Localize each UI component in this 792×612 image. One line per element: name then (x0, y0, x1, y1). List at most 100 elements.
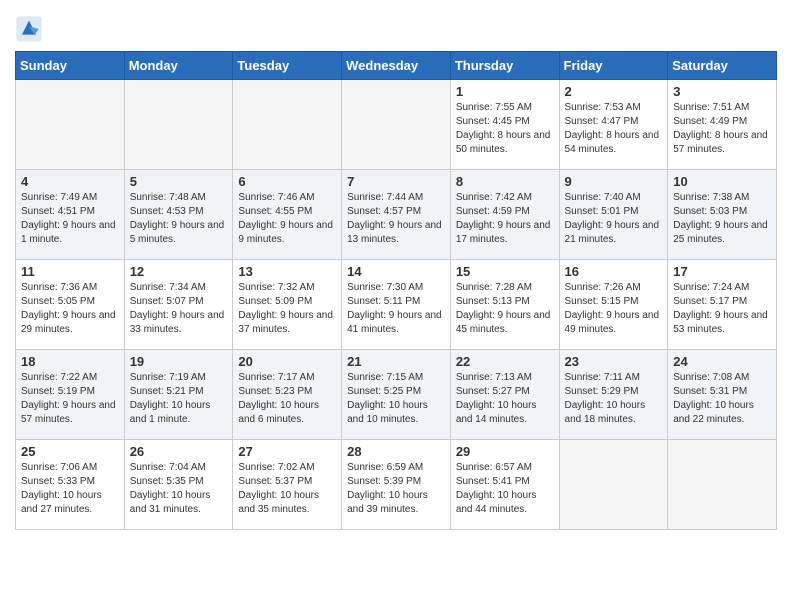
calendar-day-cell: 15 Sunrise: 7:28 AM Sunset: 5:13 PM Dayl… (450, 260, 559, 350)
calendar-week-row: 11 Sunrise: 7:36 AM Sunset: 5:05 PM Dayl… (16, 260, 777, 350)
calendar-table: SundayMondayTuesdayWednesdayThursdayFrid… (15, 51, 777, 530)
calendar-day-cell: 14 Sunrise: 7:30 AM Sunset: 5:11 PM Dayl… (342, 260, 451, 350)
header-thursday: Thursday (450, 52, 559, 80)
day-number: 15 (456, 264, 554, 279)
day-info: Sunrise: 7:42 AM Sunset: 4:59 PM Dayligh… (456, 191, 554, 247)
day-info: Sunrise: 7:34 AM Sunset: 5:07 PM Dayligh… (130, 281, 228, 337)
calendar-day-cell: 11 Sunrise: 7:36 AM Sunset: 5:05 PM Dayl… (16, 260, 125, 350)
day-number: 12 (130, 264, 228, 279)
header-sunday: Sunday (16, 52, 125, 80)
day-number: 14 (347, 264, 445, 279)
calendar-day-cell: 21 Sunrise: 7:15 AM Sunset: 5:25 PM Dayl… (342, 350, 451, 440)
calendar-day-cell: 3 Sunrise: 7:51 AM Sunset: 4:49 PM Dayli… (668, 80, 777, 170)
calendar-day-cell: 23 Sunrise: 7:11 AM Sunset: 5:29 PM Dayl… (559, 350, 668, 440)
logo-icon (15, 15, 43, 43)
calendar-header-row: SundayMondayTuesdayWednesdayThursdayFrid… (16, 52, 777, 80)
calendar-week-row: 18 Sunrise: 7:22 AM Sunset: 5:19 PM Dayl… (16, 350, 777, 440)
day-info: Sunrise: 7:49 AM Sunset: 4:51 PM Dayligh… (21, 191, 119, 247)
day-number: 16 (565, 264, 663, 279)
calendar-day-cell: 25 Sunrise: 7:06 AM Sunset: 5:33 PM Dayl… (16, 440, 125, 530)
calendar-week-row: 25 Sunrise: 7:06 AM Sunset: 5:33 PM Dayl… (16, 440, 777, 530)
day-info: Sunrise: 7:30 AM Sunset: 5:11 PM Dayligh… (347, 281, 445, 337)
day-info: Sunrise: 7:53 AM Sunset: 4:47 PM Dayligh… (565, 101, 663, 157)
calendar-day-cell: 9 Sunrise: 7:40 AM Sunset: 5:01 PM Dayli… (559, 170, 668, 260)
calendar-day-cell: 5 Sunrise: 7:48 AM Sunset: 4:53 PM Dayli… (124, 170, 233, 260)
calendar-day-cell: 6 Sunrise: 7:46 AM Sunset: 4:55 PM Dayli… (233, 170, 342, 260)
day-number: 3 (673, 84, 771, 99)
header-friday: Friday (559, 52, 668, 80)
day-number: 2 (565, 84, 663, 99)
calendar-day-cell: 29 Sunrise: 6:57 AM Sunset: 5:41 PM Dayl… (450, 440, 559, 530)
day-info: Sunrise: 7:36 AM Sunset: 5:05 PM Dayligh… (21, 281, 119, 337)
day-info: Sunrise: 7:11 AM Sunset: 5:29 PM Dayligh… (565, 371, 663, 427)
calendar-day-cell: 8 Sunrise: 7:42 AM Sunset: 4:59 PM Dayli… (450, 170, 559, 260)
day-info: Sunrise: 7:38 AM Sunset: 5:03 PM Dayligh… (673, 191, 771, 247)
day-number: 4 (21, 174, 119, 189)
calendar-day-cell: 17 Sunrise: 7:24 AM Sunset: 5:17 PM Dayl… (668, 260, 777, 350)
day-info: Sunrise: 7:32 AM Sunset: 5:09 PM Dayligh… (238, 281, 336, 337)
header (15, 10, 777, 43)
day-info: Sunrise: 7:15 AM Sunset: 5:25 PM Dayligh… (347, 371, 445, 427)
calendar-day-cell: 28 Sunrise: 6:59 AM Sunset: 5:39 PM Dayl… (342, 440, 451, 530)
day-number: 11 (21, 264, 119, 279)
header-saturday: Saturday (668, 52, 777, 80)
calendar-week-row: 1 Sunrise: 7:55 AM Sunset: 4:45 PM Dayli… (16, 80, 777, 170)
header-wednesday: Wednesday (342, 52, 451, 80)
day-number: 24 (673, 354, 771, 369)
day-number: 21 (347, 354, 445, 369)
day-number: 1 (456, 84, 554, 99)
calendar-day-cell: 12 Sunrise: 7:34 AM Sunset: 5:07 PM Dayl… (124, 260, 233, 350)
day-number: 8 (456, 174, 554, 189)
day-info: Sunrise: 7:02 AM Sunset: 5:37 PM Dayligh… (238, 461, 336, 517)
day-number: 23 (565, 354, 663, 369)
day-info: Sunrise: 7:17 AM Sunset: 5:23 PM Dayligh… (238, 371, 336, 427)
day-number: 28 (347, 444, 445, 459)
calendar-day-cell: 26 Sunrise: 7:04 AM Sunset: 5:35 PM Dayl… (124, 440, 233, 530)
day-info: Sunrise: 7:48 AM Sunset: 4:53 PM Dayligh… (130, 191, 228, 247)
calendar-day-cell: 10 Sunrise: 7:38 AM Sunset: 5:03 PM Dayl… (668, 170, 777, 260)
day-number: 18 (21, 354, 119, 369)
day-number: 13 (238, 264, 336, 279)
calendar-day-cell: 16 Sunrise: 7:26 AM Sunset: 5:15 PM Dayl… (559, 260, 668, 350)
day-number: 10 (673, 174, 771, 189)
day-number: 22 (456, 354, 554, 369)
day-info: Sunrise: 7:08 AM Sunset: 5:31 PM Dayligh… (673, 371, 771, 427)
day-info: Sunrise: 7:06 AM Sunset: 5:33 PM Dayligh… (21, 461, 119, 517)
day-number: 6 (238, 174, 336, 189)
day-number: 5 (130, 174, 228, 189)
calendar-day-cell: 7 Sunrise: 7:44 AM Sunset: 4:57 PM Dayli… (342, 170, 451, 260)
day-info: Sunrise: 7:13 AM Sunset: 5:27 PM Dayligh… (456, 371, 554, 427)
day-number: 27 (238, 444, 336, 459)
calendar-day-cell: 2 Sunrise: 7:53 AM Sunset: 4:47 PM Dayli… (559, 80, 668, 170)
day-number: 7 (347, 174, 445, 189)
day-number: 17 (673, 264, 771, 279)
day-number: 25 (21, 444, 119, 459)
calendar-day-cell (233, 80, 342, 170)
calendar-day-cell: 19 Sunrise: 7:19 AM Sunset: 5:21 PM Dayl… (124, 350, 233, 440)
calendar-day-cell: 27 Sunrise: 7:02 AM Sunset: 5:37 PM Dayl… (233, 440, 342, 530)
calendar-week-row: 4 Sunrise: 7:49 AM Sunset: 4:51 PM Dayli… (16, 170, 777, 260)
header-tuesday: Tuesday (233, 52, 342, 80)
calendar-day-cell: 24 Sunrise: 7:08 AM Sunset: 5:31 PM Dayl… (668, 350, 777, 440)
calendar-day-cell (559, 440, 668, 530)
day-info: Sunrise: 7:51 AM Sunset: 4:49 PM Dayligh… (673, 101, 771, 157)
day-number: 19 (130, 354, 228, 369)
day-info: Sunrise: 7:24 AM Sunset: 5:17 PM Dayligh… (673, 281, 771, 337)
day-number: 29 (456, 444, 554, 459)
day-info: Sunrise: 7:55 AM Sunset: 4:45 PM Dayligh… (456, 101, 554, 157)
calendar-day-cell: 13 Sunrise: 7:32 AM Sunset: 5:09 PM Dayl… (233, 260, 342, 350)
day-info: Sunrise: 7:28 AM Sunset: 5:13 PM Dayligh… (456, 281, 554, 337)
calendar-day-cell: 18 Sunrise: 7:22 AM Sunset: 5:19 PM Dayl… (16, 350, 125, 440)
header-monday: Monday (124, 52, 233, 80)
day-info: Sunrise: 7:40 AM Sunset: 5:01 PM Dayligh… (565, 191, 663, 247)
calendar-day-cell: 20 Sunrise: 7:17 AM Sunset: 5:23 PM Dayl… (233, 350, 342, 440)
day-info: Sunrise: 7:04 AM Sunset: 5:35 PM Dayligh… (130, 461, 228, 517)
day-info: Sunrise: 6:59 AM Sunset: 5:39 PM Dayligh… (347, 461, 445, 517)
day-number: 20 (238, 354, 336, 369)
calendar-day-cell: 22 Sunrise: 7:13 AM Sunset: 5:27 PM Dayl… (450, 350, 559, 440)
day-info: Sunrise: 7:19 AM Sunset: 5:21 PM Dayligh… (130, 371, 228, 427)
logo (15, 15, 47, 43)
day-info: Sunrise: 6:57 AM Sunset: 5:41 PM Dayligh… (456, 461, 554, 517)
day-number: 26 (130, 444, 228, 459)
calendar-day-cell (124, 80, 233, 170)
